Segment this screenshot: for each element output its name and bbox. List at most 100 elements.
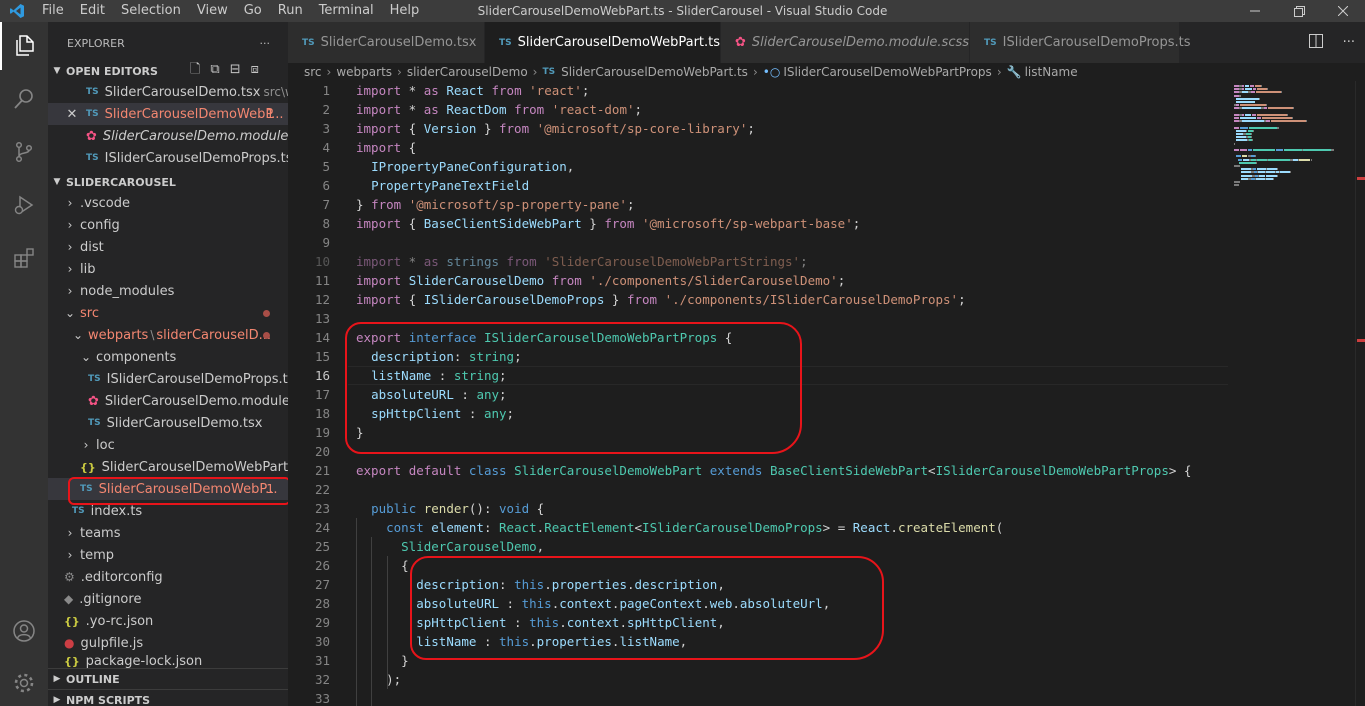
source-control-icon[interactable] [0, 128, 48, 176]
tree-file[interactable]: {} .yo-rc.json [48, 610, 288, 632]
menu-item-run[interactable]: Run [270, 0, 311, 22]
collapse-all-icon[interactable]: ⊟ [230, 62, 241, 77]
tab-slidercarouseldemowebpart-ts[interactable]: TS SliderCarouselDemoWebPart.ts × [485, 22, 741, 63]
outline-section[interactable]: ▶ OUTLINE [48, 668, 288, 689]
menu-item-view[interactable]: View [189, 0, 236, 22]
open-editor-item[interactable]: ✿ SliderCarouselDemo.module.sc... [48, 125, 288, 147]
code-token: React [852, 520, 891, 535]
open-editor-item[interactable]: TS ISliderCarouselDemoProps.ts... [48, 147, 288, 169]
code-token: as [423, 102, 439, 117]
tree-folder[interactable]: › node_modules [48, 280, 288, 302]
more-actions-icon[interactable]: ··· [1343, 35, 1355, 50]
minimap[interactable] [1230, 81, 1355, 706]
code-line[interactable]: 7} from '@microsoft/sp-property-pane'; [288, 195, 1230, 214]
tree-file[interactable]: {} package-lock.json [48, 654, 288, 668]
tree-folder[interactable]: › config [48, 214, 288, 236]
vertical-scrollbar[interactable] [1355, 81, 1365, 706]
tree-file[interactable]: ⚙ .editorconfig [48, 566, 288, 588]
minimize-icon[interactable] [1233, 0, 1277, 22]
code-line[interactable]: 2 import * as ReactDom from 'react-dom'; [288, 100, 1230, 119]
code-text: public render(): void { [356, 499, 544, 518]
close-editor-icon[interactable]: ✕ [64, 107, 80, 122]
tree-folder[interactable]: › dist [48, 236, 288, 258]
close-all-icon[interactable]: ⧈ [251, 62, 259, 77]
code-line[interactable]: 23 public render(): void { [288, 499, 1230, 518]
menu-item-file[interactable]: File [34, 0, 72, 22]
code-token: < [634, 520, 643, 535]
search-icon[interactable] [0, 75, 48, 123]
code-line[interactable]: 8 import { BaseClientSideWebPart } from '… [288, 214, 1230, 233]
tree-folder[interactable]: › lib [48, 258, 288, 280]
manage-gear-icon[interactable] [0, 659, 48, 706]
breadcrumb-item[interactable]: listName [1025, 65, 1078, 79]
save-all-icon[interactable]: ⧉ [210, 62, 219, 77]
code-token: < [928, 463, 936, 478]
menu-item-help[interactable]: Help [382, 0, 428, 22]
code-line[interactable]: 4 import { [288, 138, 1230, 157]
minimap-stroke [1241, 174, 1252, 177]
code-line[interactable]: 5 IPropertyPaneConfiguration, [288, 157, 1230, 176]
code-text: import { BaseClientSideWebPart } from '@… [356, 214, 860, 233]
explorer-icon[interactable] [0, 22, 48, 70]
folder-name: teams [80, 525, 121, 541]
account-icon[interactable] [0, 607, 48, 655]
menu-item-selection[interactable]: Selection [113, 0, 189, 22]
code-line[interactable]: 32 ); [288, 670, 1230, 689]
code-line[interactable]: 6 PropertyPaneTextField [288, 176, 1230, 195]
tree-folder[interactable]: ⌄ src [48, 302, 288, 324]
tree-folder[interactable]: ⌄ webparts \ sliderCarouselD... [48, 324, 288, 346]
tab-islidercarouseldemoprops-ts[interactable]: TS ISliderCarouselDemoProps.ts [970, 22, 1190, 63]
tree-folder[interactable]: ⌄ components [48, 346, 288, 368]
line-number: 27 [314, 577, 330, 592]
code-line[interactable]: 1 import * as React from 'react'; [288, 81, 1230, 100]
code-line[interactable]: 21 export default class SliderCarouselDem… [288, 461, 1230, 480]
new-file-icon[interactable]: 🗋 [190, 62, 200, 77]
tree-folder[interactable]: › teams [48, 522, 288, 544]
code-token: > { [1168, 463, 1192, 478]
workspace-section[interactable]: ▼ SLIDERCAROUSEL [48, 172, 288, 192]
npm-scripts-section[interactable]: ▶ NPM SCRIPTS [48, 689, 288, 706]
extensions-icon[interactable] [0, 234, 48, 282]
breadcrumb-item[interactable]: SliderCarouselDemoWebPart.ts [561, 65, 748, 79]
tree-file[interactable]: {} SliderCarouselDemoWebPart.m... [48, 456, 288, 478]
tree-file[interactable]: ◆ .gitignore [48, 588, 288, 610]
code-line[interactable]: 3 import { Version } from '@microsoft/sp-… [288, 119, 1230, 138]
breadcrumb-item[interactable]: sliderCarouselDemo [407, 65, 528, 79]
breadcrumb-item[interactable]: ISliderCarouselDemoWebPartProps [783, 65, 992, 79]
code-line[interactable]: 12 import { ISliderCarouselDemoProps } fr… [288, 290, 1230, 309]
code-line[interactable]: 9 [288, 233, 1230, 252]
code-line[interactable]: 25 SliderCarouselDemo, [288, 537, 1230, 556]
tree-file[interactable]: ● gulpfile.js [48, 632, 288, 654]
code-line[interactable]: 33 [288, 689, 1230, 706]
code-line[interactable]: 10 import * as strings from 'SliderCarous… [288, 252, 1230, 271]
code-token: } [356, 197, 372, 212]
breadcrumb-item[interactable]: src [304, 65, 322, 79]
run-debug-icon[interactable] [0, 181, 48, 229]
code-line[interactable]: 11 import SliderCarouselDemo from './comp… [288, 271, 1230, 290]
code-text: IPropertyPaneConfiguration, [356, 157, 574, 176]
tree-file[interactable]: ✿ SliderCarouselDemo.module.s... [48, 390, 288, 412]
menu-item-go[interactable]: Go [236, 0, 270, 22]
more-actions-icon[interactable]: ··· [260, 37, 271, 50]
restore-icon[interactable] [1277, 0, 1321, 22]
open-editors-section[interactable]: ▼ OPEN EDITORS 🗋 ⧉ ⊟ ⧈ [48, 61, 288, 81]
tree-file[interactable]: TS ISliderCarouselDemoProps.ts [48, 368, 288, 390]
code-line[interactable]: 22 [288, 480, 1230, 499]
tab-slidercarouseldemo-tsx[interactable]: TS SliderCarouselDemo.tsx [288, 22, 485, 63]
tree-folder[interactable]: › .vscode [48, 192, 288, 214]
tree-folder[interactable]: › loc [48, 434, 288, 456]
open-editor-item[interactable]: TS SliderCarouselDemo.tsx src\we... [48, 81, 288, 103]
code-line[interactable]: 24 const element: React. ReactElement<ISl… [288, 518, 1230, 537]
close-window-icon[interactable] [1321, 0, 1365, 22]
breadcrumb-item[interactable]: webparts [336, 65, 392, 79]
menu-item-edit[interactable]: Edit [72, 0, 113, 22]
split-editor-icon[interactable] [1308, 33, 1323, 52]
menu-item-terminal[interactable]: Terminal [311, 0, 382, 22]
tab-slidercarouseldemo-module-scss[interactable]: ✿ SliderCarouselDemo.module.scss [721, 22, 970, 63]
tree-folder[interactable]: › temp [48, 544, 288, 566]
tree-file[interactable]: TS SliderCarouselDemo.tsx [48, 412, 288, 434]
open-editor-item[interactable]: ✕ TS SliderCarouselDemoWebP... 1 [48, 103, 288, 125]
